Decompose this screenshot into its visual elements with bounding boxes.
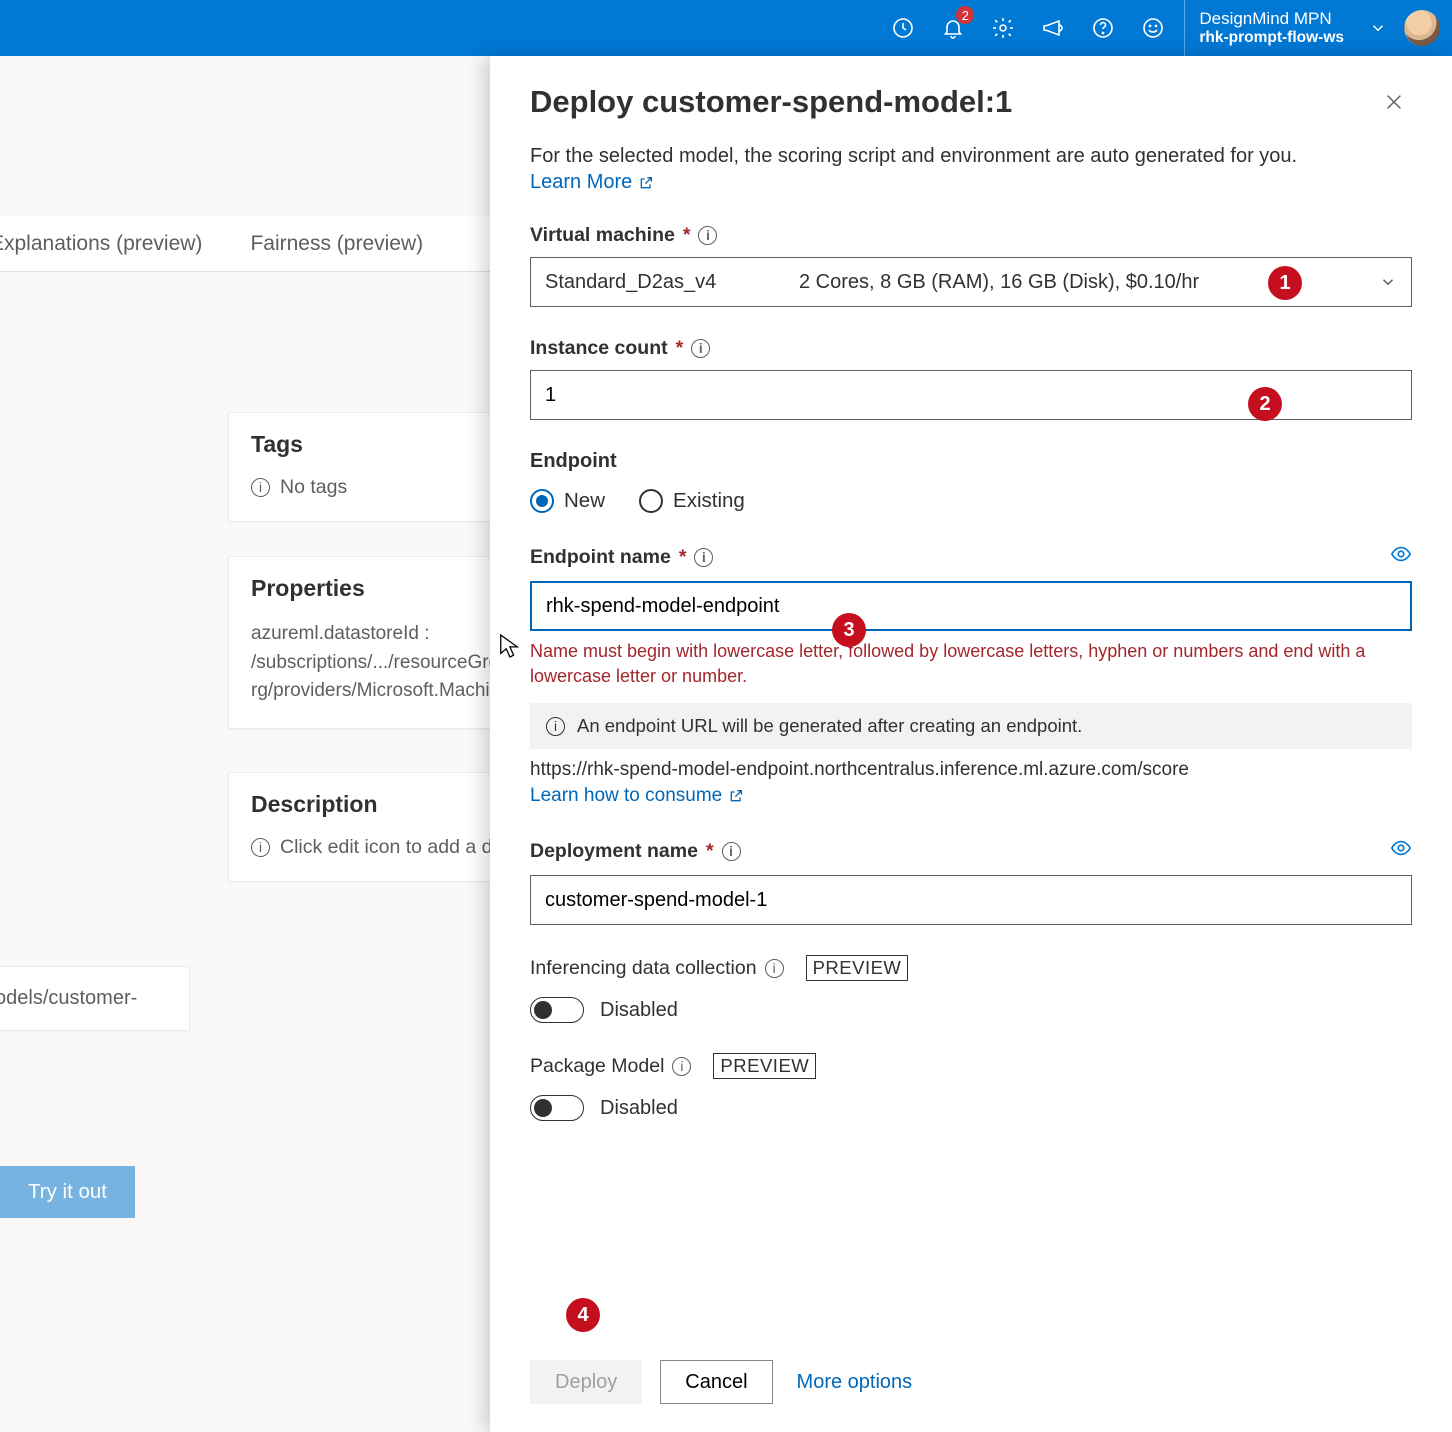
gear-icon[interactable] bbox=[978, 0, 1028, 56]
external-link-icon bbox=[728, 788, 744, 804]
preview-tag: PREVIEW bbox=[713, 1053, 816, 1079]
close-icon[interactable] bbox=[1376, 84, 1412, 120]
radio-existing-label: Existing bbox=[673, 489, 745, 513]
inference-collection-label: Inferencing data collection i PREVIEW bbox=[530, 955, 1412, 981]
clock-icon[interactable] bbox=[878, 0, 928, 56]
deployment-name-input[interactable] bbox=[530, 875, 1412, 925]
package-model-label: Package Model i PREVIEW bbox=[530, 1053, 1412, 1079]
info-icon: i bbox=[251, 478, 270, 497]
endpoint-name-label: Endpoint name * i bbox=[530, 543, 1412, 571]
radio-new[interactable]: New bbox=[530, 489, 605, 513]
notification-badge: 2 bbox=[956, 6, 974, 24]
account-switcher[interactable]: DesignMind MPN rhk-prompt-flow-ws bbox=[1184, 0, 1358, 56]
info-icon[interactable]: i bbox=[691, 339, 710, 358]
info-icon: i bbox=[251, 838, 270, 857]
cursor-icon bbox=[498, 632, 520, 660]
model-path-text: odels/customer- bbox=[0, 987, 137, 1009]
radio-existing[interactable]: Existing bbox=[639, 489, 745, 513]
learn-more-link[interactable]: Learn More bbox=[530, 171, 654, 194]
more-options-link[interactable]: More options bbox=[797, 1371, 913, 1394]
package-toggle[interactable] bbox=[530, 1095, 584, 1121]
learn-more-label: Learn More bbox=[530, 171, 632, 194]
info-icon[interactable]: i bbox=[722, 842, 741, 861]
preview-tag: PREVIEW bbox=[806, 955, 909, 981]
radio-new-label: New bbox=[564, 489, 605, 513]
tab-fairness[interactable]: Fairness (preview) bbox=[250, 232, 423, 256]
top-bar: 2 DesignMind MPN rhk-prompt-flow-ws bbox=[0, 0, 1452, 56]
deploy-button[interactable]: Deploy bbox=[530, 1360, 642, 1404]
flyout-title: Deploy customer-spend-model:1 bbox=[530, 84, 1376, 120]
tenant-label: DesignMind MPN bbox=[1199, 9, 1344, 29]
avatar[interactable] bbox=[1404, 10, 1440, 46]
intro-text: For the selected model, the scoring scri… bbox=[530, 142, 1412, 171]
info-icon[interactable]: i bbox=[694, 548, 713, 567]
tab-explanations[interactable]: Explanations (preview) bbox=[0, 232, 202, 256]
account-chevron-down-icon[interactable] bbox=[1358, 19, 1398, 37]
cancel-button[interactable]: Cancel bbox=[660, 1360, 772, 1404]
endpoint-name-validation: Name must begin with lowercase letter, f… bbox=[530, 639, 1412, 689]
info-icon[interactable]: i bbox=[765, 959, 784, 978]
deploy-flyout: Deploy customer-spend-model:1 For the se… bbox=[490, 56, 1452, 1432]
endpoint-name-input[interactable] bbox=[530, 581, 1412, 631]
vm-label: Virtual machine * i bbox=[530, 224, 1412, 247]
inference-toggle[interactable] bbox=[530, 997, 584, 1023]
instance-label: Instance count * i bbox=[530, 337, 1412, 360]
callout-1: 1 bbox=[1268, 266, 1302, 300]
try-it-out-button[interactable]: Try it out bbox=[0, 1166, 135, 1218]
eye-icon[interactable] bbox=[1390, 543, 1412, 571]
deployment-name-label: Deployment name * i bbox=[530, 837, 1412, 865]
vm-details: 2 Cores, 8 GB (RAM), 16 GB (Disk), $0.10… bbox=[799, 271, 1199, 294]
bell-icon[interactable]: 2 bbox=[928, 0, 978, 56]
endpoint-info-strip: i An endpoint URL will be generated afte… bbox=[530, 703, 1412, 749]
external-link-icon bbox=[638, 175, 654, 191]
eye-icon[interactable] bbox=[1390, 837, 1412, 865]
callout-4: 4 bbox=[566, 1298, 600, 1332]
callout-3: 3 bbox=[832, 613, 866, 647]
megaphone-icon[interactable] bbox=[1028, 0, 1078, 56]
tags-empty: No tags bbox=[280, 476, 347, 499]
chevron-down-icon bbox=[1379, 273, 1397, 291]
flyout-footer: Deploy Cancel More options bbox=[530, 1340, 1412, 1432]
callout-2: 2 bbox=[1248, 387, 1282, 421]
info-icon[interactable]: i bbox=[698, 226, 717, 245]
model-path-card: odels/customer- bbox=[0, 966, 190, 1031]
endpoint-url: https://rhk-spend-model-endpoint.northce… bbox=[530, 759, 1412, 781]
help-icon[interactable] bbox=[1078, 0, 1128, 56]
info-icon[interactable]: i bbox=[672, 1057, 691, 1076]
smile-icon[interactable] bbox=[1128, 0, 1178, 56]
info-icon: i bbox=[546, 717, 565, 736]
endpoint-heading: Endpoint bbox=[530, 450, 1412, 473]
inference-toggle-state: Disabled bbox=[600, 999, 678, 1022]
learn-consume-link[interactable]: Learn how to consume bbox=[530, 785, 744, 807]
vm-value: Standard_D2as_v4 bbox=[545, 271, 716, 294]
package-toggle-state: Disabled bbox=[600, 1097, 678, 1120]
learn-consume-label: Learn how to consume bbox=[530, 785, 722, 807]
workspace-label: rhk-prompt-flow-ws bbox=[1199, 29, 1344, 47]
